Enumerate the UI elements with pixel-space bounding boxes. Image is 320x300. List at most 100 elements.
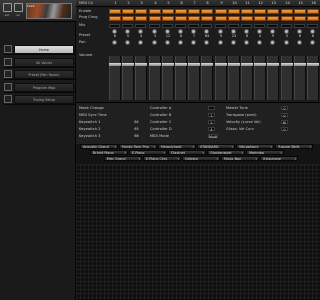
volume-fader[interactable] xyxy=(162,63,174,66)
mix-cell[interactable] xyxy=(307,24,318,28)
preset-value[interactable]: 5 xyxy=(283,34,291,38)
prog-chng-button[interactable] xyxy=(201,16,213,21)
preset-button[interactable]: Marimba ▾ xyxy=(246,150,284,155)
prog-chng-button[interactable] xyxy=(188,16,200,21)
preset-button[interactable]: Elec Grand ▾ xyxy=(104,156,142,161)
prog-chng-button[interactable] xyxy=(122,16,134,21)
preset-button[interactable]: Clavinet ▾ xyxy=(168,150,206,155)
pan-knob[interactable] xyxy=(152,40,157,45)
mix-cell[interactable] xyxy=(215,24,226,28)
pan-knob[interactable] xyxy=(310,40,315,45)
preset-button[interactable]: Honky Tonk Pno ▾ xyxy=(119,144,157,149)
volume-fader[interactable] xyxy=(281,63,293,66)
prog-chng-button[interactable] xyxy=(215,16,227,21)
mix-cell[interactable] xyxy=(281,24,292,28)
preset-value[interactable]: 4 xyxy=(256,34,264,38)
prog-chng-button[interactable] xyxy=(149,16,161,21)
volume-fader[interactable] xyxy=(201,63,213,66)
controller-d-value[interactable]: 4 xyxy=(208,127,215,132)
pan-knob[interactable] xyxy=(270,40,275,45)
prog-chng-button[interactable] xyxy=(135,16,147,21)
volume-fader[interactable] xyxy=(188,63,200,66)
pan-knob[interactable] xyxy=(244,40,249,45)
mix-cell[interactable] xyxy=(162,24,173,28)
preset-value[interactable]: 6 xyxy=(111,34,119,38)
enable-button[interactable] xyxy=(175,9,187,14)
preset-button[interactable]: STANDARD ▾ xyxy=(197,144,235,149)
enable-button[interactable] xyxy=(215,9,227,14)
pan-knob[interactable] xyxy=(165,40,170,45)
velocity-value[interactable]: Hi xyxy=(281,120,288,125)
preset-button[interactable]: Vibraphone ▾ xyxy=(236,144,274,149)
preset-button[interactable]: Harpsichord ▾ xyxy=(158,144,196,149)
preset-value[interactable]: 64 xyxy=(203,34,211,38)
preset-value[interactable]: 23 xyxy=(230,34,238,38)
mix-cell[interactable] xyxy=(109,24,120,28)
preset-button[interactable]: Xylophone ▾ xyxy=(260,156,298,161)
enable-button[interactable] xyxy=(149,9,161,14)
preset-button[interactable]: Acoustic Grand ▾ xyxy=(80,144,118,149)
controller-c-value[interactable]: 2 xyxy=(208,120,215,125)
preset-button[interactable]: Glockenspiel ▾ xyxy=(207,150,245,155)
pan-knob[interactable] xyxy=(125,40,130,45)
enable-button[interactable] xyxy=(201,9,213,14)
pan-knob[interactable] xyxy=(112,40,117,45)
preset-value[interactable]: 9 xyxy=(269,34,277,38)
enable-button[interactable] xyxy=(228,9,240,14)
pan-knob[interactable] xyxy=(297,40,302,45)
prog-chng-button[interactable] xyxy=(281,16,293,21)
preset-button[interactable]: Bright Piano ▾ xyxy=(90,150,128,155)
expand-icon[interactable] xyxy=(3,3,12,12)
preset-button[interactable]: Music Box ▾ xyxy=(221,156,259,161)
enable-button[interactable] xyxy=(281,9,293,14)
pan-knob[interactable] xyxy=(257,40,262,45)
enable-button[interactable] xyxy=(188,9,200,14)
volume-fader[interactable] xyxy=(307,63,319,66)
prog-chng-button[interactable] xyxy=(307,16,319,21)
master-tune-value[interactable]: 0 xyxy=(281,106,288,111)
sidebar-item-home[interactable]: Home xyxy=(4,44,76,55)
enable-button[interactable] xyxy=(307,9,319,14)
mix-cell[interactable] xyxy=(228,24,239,28)
volume-fader[interactable] xyxy=(109,63,121,66)
pan-knob[interactable] xyxy=(231,40,236,45)
enable-button[interactable] xyxy=(162,9,174,14)
enable-button[interactable] xyxy=(241,9,253,14)
mix-cell[interactable] xyxy=(135,24,146,28)
prog-chng-button[interactable] xyxy=(175,16,187,21)
volume-fader[interactable] xyxy=(122,63,134,66)
volume-fader[interactable] xyxy=(241,63,253,66)
preset-value[interactable]: 4 xyxy=(137,34,145,38)
prog-chng-button[interactable] xyxy=(241,16,253,21)
preset-button[interactable]: E.Piano Chrs ▾ xyxy=(143,156,181,161)
volume-fader[interactable] xyxy=(228,63,240,66)
record-icon[interactable] xyxy=(14,3,23,12)
mix-cell[interactable] xyxy=(122,24,133,28)
enable-button[interactable] xyxy=(122,9,134,14)
glissa-value[interactable]: 0 xyxy=(281,127,288,132)
controller-a-value[interactable] xyxy=(208,106,215,110)
keyswitch-2-value[interactable]: 65 xyxy=(133,127,140,131)
mix-cell[interactable] xyxy=(267,24,278,28)
volume-fader[interactable] xyxy=(175,63,187,66)
preset-value[interactable]: 6 xyxy=(309,34,317,38)
volume-fader[interactable] xyxy=(135,63,147,66)
enable-button[interactable] xyxy=(294,9,306,14)
volume-fader[interactable] xyxy=(294,63,306,66)
mix-cell[interactable] xyxy=(294,24,305,28)
preset-button[interactable]: Tubular Bells ▾ xyxy=(275,144,313,149)
sidebar-item-preset[interactable]: Preset (Pan Room) xyxy=(4,69,76,80)
preset-value[interactable]: 7 xyxy=(190,34,198,38)
mix-cell[interactable] xyxy=(149,24,160,28)
preset-value[interactable]: 6 xyxy=(296,34,304,38)
enable-button[interactable] xyxy=(267,9,279,14)
mix-cell[interactable] xyxy=(254,24,265,28)
volume-fader[interactable] xyxy=(254,63,266,66)
mix-cell[interactable] xyxy=(241,24,252,28)
preset-value[interactable]: 8 xyxy=(177,34,185,38)
enable-button[interactable] xyxy=(254,9,266,14)
preset-button[interactable]: Celesta ▾ xyxy=(182,156,220,161)
prog-chng-button[interactable] xyxy=(267,16,279,21)
controller-b-value[interactable]: 1 xyxy=(208,113,215,118)
preset-value[interactable]: 9 xyxy=(217,34,225,38)
